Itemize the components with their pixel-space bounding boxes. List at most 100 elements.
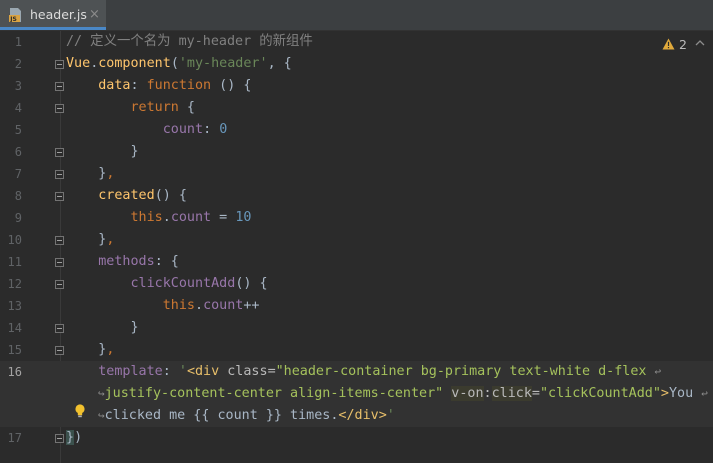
code-line: 3 data: function () { bbox=[0, 75, 713, 97]
line-number: 10 bbox=[7, 233, 22, 247]
editor-tab-bar: JS header.js × bbox=[0, 0, 713, 31]
line-number: 3 bbox=[14, 79, 22, 93]
fold-end-icon[interactable] bbox=[55, 324, 64, 333]
token: ' bbox=[386, 408, 395, 423]
token: , bbox=[106, 232, 115, 247]
token: ++ bbox=[243, 298, 260, 313]
token: { bbox=[178, 100, 195, 115]
code-line: 1 // 定义一个名为 my-header 的新组件 bbox=[0, 31, 713, 53]
token: "header-container bg-primary text-white … bbox=[275, 364, 647, 379]
code-line: 2 Vue.component('my-header', { bbox=[0, 53, 713, 75]
token: 10 bbox=[235, 210, 252, 225]
line-number: 2 bbox=[14, 57, 22, 71]
token: : bbox=[483, 386, 492, 401]
token: } bbox=[130, 320, 139, 335]
fold-end-icon[interactable] bbox=[55, 434, 64, 443]
js-badge: JS bbox=[9, 16, 17, 22]
fold-minus-icon[interactable] bbox=[55, 60, 64, 69]
token: } bbox=[66, 430, 75, 445]
token: methods bbox=[98, 254, 155, 269]
token: 0 bbox=[219, 122, 228, 137]
code-line: 13 this.count++ bbox=[0, 295, 713, 317]
token: : bbox=[130, 78, 147, 93]
token: : bbox=[162, 364, 179, 379]
soft-wrap-out-icon: ↩ bbox=[701, 387, 708, 400]
fold-minus-icon[interactable] bbox=[55, 82, 64, 91]
code-line: 7 }, bbox=[0, 163, 713, 185]
line-number: 17 bbox=[7, 431, 22, 445]
code-line: 10 }, bbox=[0, 229, 713, 251]
token: count bbox=[170, 210, 212, 225]
line-number: 11 bbox=[7, 255, 22, 269]
fold-minus-icon[interactable] bbox=[55, 280, 64, 289]
line-number: 9 bbox=[14, 211, 22, 225]
fold-minus-icon[interactable] bbox=[55, 104, 64, 113]
line-number: 14 bbox=[7, 321, 22, 335]
token: () { bbox=[235, 276, 268, 291]
token: > bbox=[660, 386, 669, 401]
token: : bbox=[203, 122, 220, 137]
token: () { bbox=[154, 188, 187, 203]
token: this bbox=[162, 298, 195, 313]
code-line: 12 clickCountAdd() { bbox=[0, 273, 713, 295]
fold-minus-icon[interactable] bbox=[55, 258, 64, 267]
close-icon[interactable]: × bbox=[89, 7, 100, 22]
token: return bbox=[130, 100, 179, 115]
token: . bbox=[195, 298, 204, 313]
line-number: 13 bbox=[7, 299, 22, 313]
token: ( bbox=[170, 56, 179, 71]
code-line: 14 } bbox=[0, 317, 713, 339]
token: <div bbox=[186, 364, 228, 379]
token: = bbox=[267, 364, 276, 379]
code-line: 4 return { bbox=[0, 97, 713, 119]
fold-minus-icon[interactable] bbox=[55, 192, 64, 201]
line-number: 12 bbox=[7, 277, 22, 291]
code-line: 8 created() { bbox=[0, 185, 713, 207]
token: , bbox=[106, 166, 115, 181]
token: justify-content-center align-items-cente… bbox=[104, 386, 444, 401]
token: this bbox=[130, 210, 163, 225]
token: ) bbox=[74, 430, 83, 445]
line-number: 15 bbox=[7, 343, 22, 357]
token: count bbox=[203, 298, 244, 313]
comment: // 定义一个名为 my-header 的新组件 bbox=[66, 34, 313, 49]
soft-wrap-in-icon: ↪ bbox=[98, 387, 105, 400]
token: . bbox=[162, 210, 171, 225]
code-line: 17 }) bbox=[0, 427, 713, 449]
line-number: 4 bbox=[14, 101, 22, 115]
token: 'my-header' bbox=[178, 56, 268, 71]
soft-wrap-out-icon: ↩ bbox=[654, 365, 662, 378]
code-line: 15 }, bbox=[0, 339, 713, 361]
fold-end-icon[interactable] bbox=[55, 236, 64, 245]
token: template bbox=[98, 364, 163, 379]
token: ' bbox=[178, 364, 187, 379]
line-number: 7 bbox=[14, 167, 22, 181]
fold-end-icon[interactable] bbox=[55, 170, 64, 179]
token: You bbox=[668, 386, 694, 401]
token: } bbox=[130, 144, 139, 159]
lightbulb-icon[interactable] bbox=[74, 404, 86, 418]
token: count bbox=[162, 122, 204, 137]
soft-wrap-in-icon: ↪ bbox=[98, 409, 105, 422]
code-line: 6 } bbox=[0, 141, 713, 163]
code-line: 9 this.count = 10 bbox=[0, 207, 713, 229]
fold-end-icon[interactable] bbox=[55, 346, 64, 355]
token: "clickCountAdd" bbox=[539, 386, 661, 401]
line-number: 8 bbox=[14, 189, 22, 203]
line-number: 6 bbox=[14, 145, 22, 159]
token: v-on bbox=[451, 386, 484, 401]
token: : { bbox=[154, 254, 179, 269]
line-number: 5 bbox=[14, 123, 22, 137]
token: </div> bbox=[338, 408, 387, 423]
code-line: 5 count: 0 bbox=[0, 119, 713, 141]
tab-header-js[interactable]: JS header.js × bbox=[0, 0, 106, 30]
token: , { bbox=[267, 56, 292, 71]
token: = bbox=[211, 210, 236, 225]
token: , bbox=[106, 342, 115, 357]
token: click bbox=[491, 386, 532, 401]
token: class bbox=[227, 364, 268, 379]
token: () { bbox=[211, 78, 252, 93]
token: = bbox=[531, 386, 540, 401]
fold-end-icon[interactable] bbox=[55, 148, 64, 157]
line-number: 16 bbox=[7, 365, 22, 379]
